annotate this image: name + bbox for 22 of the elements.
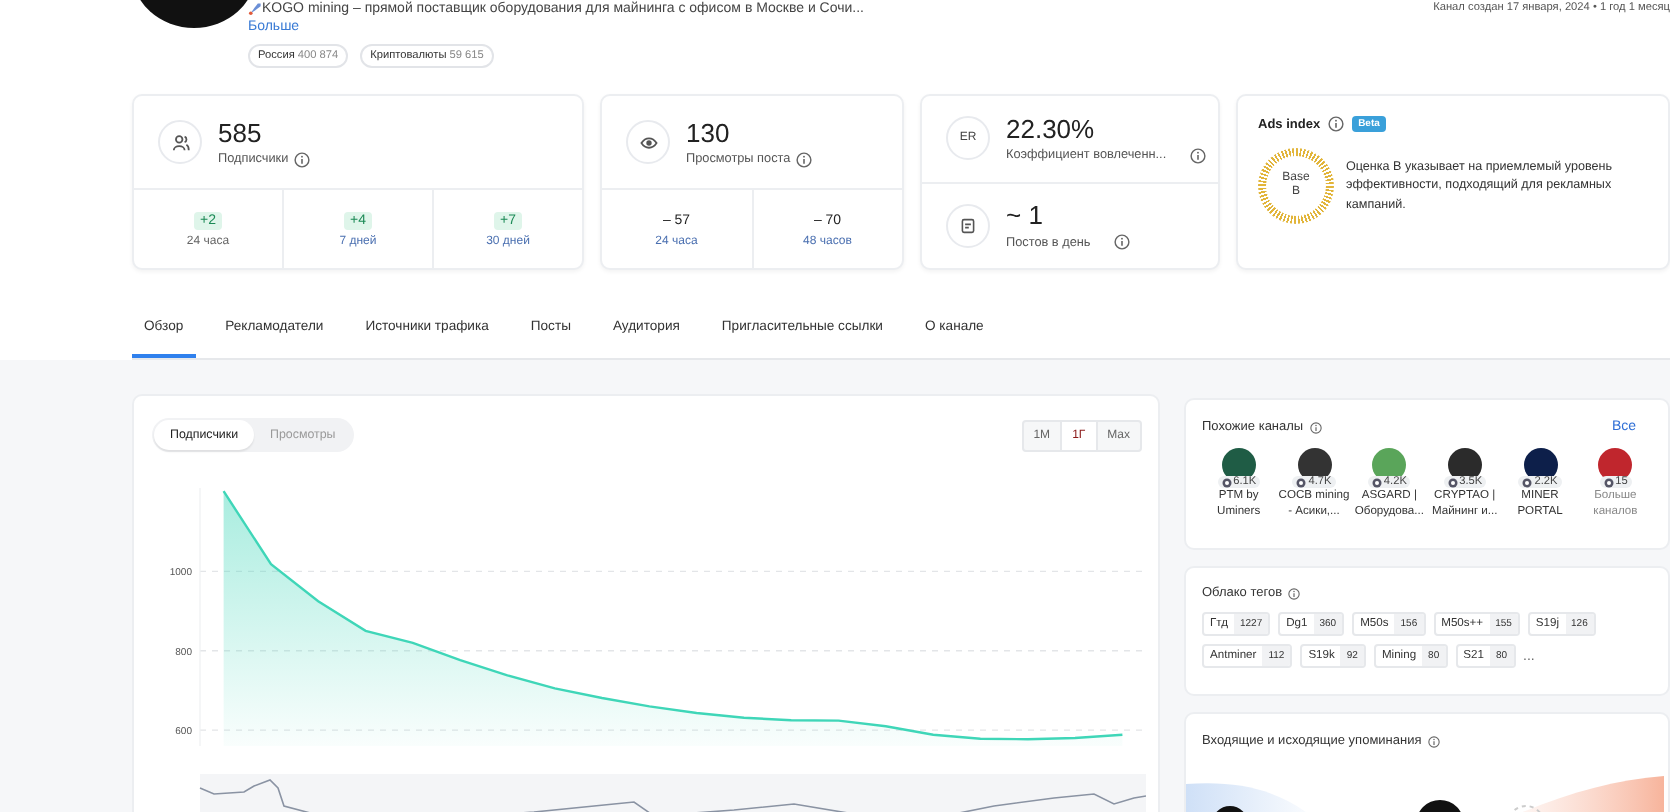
- ring-icon: [1371, 477, 1382, 487]
- stat-value: 130: [686, 117, 732, 147]
- rocket-icon: [248, 2, 262, 16]
- stat-value: 22.30%: [1006, 113, 1097, 144]
- ring-icon: [1447, 477, 1458, 487]
- stat-value: ~ 1: [1006, 200, 1045, 231]
- info-icon: [1288, 587, 1301, 599]
- stat-value: 585: [218, 117, 264, 147]
- ring-icon: [1221, 477, 1232, 487]
- info-icon: [1328, 116, 1345, 132]
- ring-icon: [1603, 477, 1614, 487]
- document-icon: [946, 203, 990, 248]
- info-icon: [1309, 421, 1322, 433]
- info-icon: [1114, 234, 1131, 251]
- users-icon: [158, 120, 202, 164]
- ring-icon: [1296, 477, 1307, 487]
- info-icon: [1427, 735, 1440, 747]
- info-icon: [1190, 147, 1207, 164]
- ring-icon: [1522, 477, 1533, 487]
- info-icon: [796, 151, 813, 167]
- eye-icon: [626, 120, 670, 164]
- info-icon: [294, 151, 311, 167]
